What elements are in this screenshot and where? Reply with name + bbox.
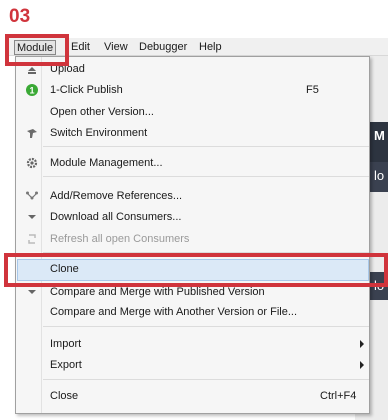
menu-item-open-other-version[interactable]: Open other Version... xyxy=(17,102,369,122)
menu-item-label: Refresh all open Consumers xyxy=(50,233,190,245)
menu-item-switch-environment[interactable]: Switch Environment xyxy=(17,123,369,143)
menubar-debugger[interactable]: Debugger xyxy=(139,40,187,55)
menu-item-shortcut: F5 xyxy=(306,84,319,96)
menu-separator xyxy=(43,379,369,380)
menu-item-label: Import xyxy=(50,338,82,350)
publish-badge-icon: 1 xyxy=(26,84,38,96)
gear-icon xyxy=(26,157,38,169)
annotation-highlight-module xyxy=(5,34,69,66)
module-menu: Upload 1 1-Click Publish F5 Open other V… xyxy=(15,56,370,414)
background-text-fragment: M xyxy=(374,128,385,143)
menubar-view[interactable]: View xyxy=(104,40,128,55)
menu-item-close[interactable]: Close Ctrl+F4 xyxy=(17,386,369,406)
annotation-highlight-clone xyxy=(4,253,388,287)
menu-item-refresh-all-consumers: Refresh all open Consumers xyxy=(17,229,369,249)
compare-icon xyxy=(28,290,36,294)
menu-item-label: Download all Consumers... xyxy=(50,211,182,223)
menu-item-upload[interactable]: Upload xyxy=(17,59,369,79)
menu-item-module-management[interactable]: Module Management... xyxy=(17,153,369,173)
references-icon xyxy=(26,191,38,200)
menu-item-download-all-consumers[interactable]: Download all Consumers... xyxy=(17,207,369,227)
submenu-arrow-icon xyxy=(360,340,364,348)
menu-item-label: Compare and Merge with Published Version xyxy=(50,286,265,298)
menubar-help[interactable]: Help xyxy=(199,40,222,55)
menu-separator xyxy=(43,176,369,177)
svg-text:1: 1 xyxy=(29,86,34,96)
menubar-edit[interactable]: Edit xyxy=(71,40,90,55)
menu-separator xyxy=(43,146,369,147)
background-text-fragment: lo xyxy=(374,168,385,183)
step-number-label: 03 xyxy=(9,6,31,27)
menu-item-compare-merge-another[interactable]: Compare and Merge with Another Version o… xyxy=(17,302,369,322)
menu-item-label: Compare and Merge with Another Version o… xyxy=(50,306,298,318)
menu-item-label: Open other Version... xyxy=(50,106,154,118)
download-icon xyxy=(28,215,36,219)
switch-environment-icon xyxy=(27,129,37,138)
menu-item-label: Close xyxy=(50,390,79,402)
menu-item-shortcut: Ctrl+F4 xyxy=(320,390,357,402)
submenu-arrow-icon xyxy=(360,361,364,369)
menu-separator xyxy=(43,326,369,327)
menu-item-label: Export xyxy=(50,359,82,371)
menu-item-export[interactable]: Export xyxy=(17,355,369,375)
refresh-icon xyxy=(28,234,36,244)
menu-item-label: Module Management... xyxy=(50,157,163,169)
menu-item-label: Switch Environment xyxy=(50,127,148,139)
menu-item-add-remove-references[interactable]: Add/Remove References... xyxy=(17,186,369,206)
menu-item-1-click-publish[interactable]: 1 1-Click Publish F5 xyxy=(17,80,369,100)
menu-item-label: 1-Click Publish xyxy=(50,84,123,96)
menu-item-label: Add/Remove References... xyxy=(50,190,183,202)
menu-item-import[interactable]: Import xyxy=(17,334,369,354)
